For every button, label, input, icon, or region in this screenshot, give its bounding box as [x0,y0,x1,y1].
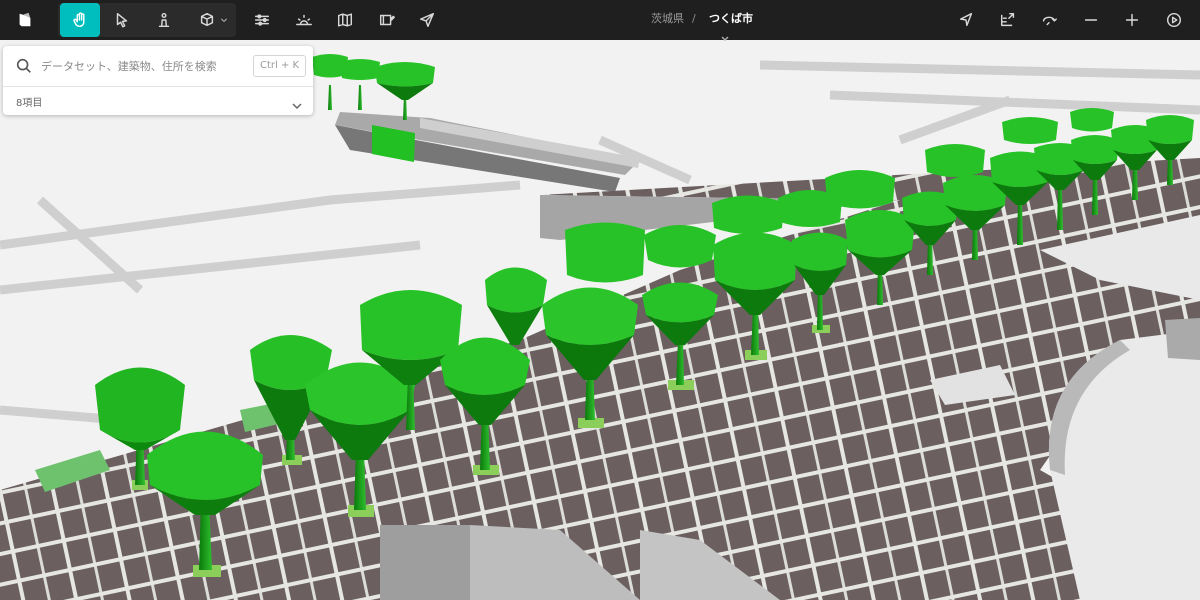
rotate-icon[interactable] [1032,3,1066,37]
chevron-down-icon[interactable] [215,3,233,37]
play-icon[interactable] [1157,3,1191,37]
export-icon[interactable] [991,3,1025,37]
breadcrumb-city[interactable]: つくば市 [709,12,753,26]
tree [565,222,645,283]
search-bar: Ctrl + K [3,46,313,87]
result-count: 8項目 [16,98,43,109]
tree [825,170,895,209]
search-input[interactable] [41,56,246,76]
send-icon[interactable] [410,3,444,37]
pedestrian-icon[interactable] [147,3,181,37]
tree [1002,117,1058,144]
breadcrumb-separator: / [692,12,696,25]
map-viewport[interactable] [0,40,1200,600]
breadcrumb-prefecture[interactable]: 茨城県 [651,12,684,26]
shortcut-badge: Ctrl + K [253,55,307,77]
tree [925,144,985,177]
tree [644,225,716,268]
sun-horizon-icon[interactable] [287,3,321,37]
map-icon[interactable] [328,3,362,37]
top-toolbar: 茨城県 / つくば市 [0,0,1200,42]
result-count-row[interactable]: 8項目 [3,87,313,115]
layers-edit-icon[interactable] [370,3,404,37]
location-arrow-icon[interactable] [949,3,983,37]
tree [712,195,784,234]
app-logo-icon[interactable] [8,3,42,37]
hand-icon[interactable] [60,3,100,37]
chevron-down-icon[interactable] [291,96,303,110]
search-icon [15,57,33,75]
zoom-out-icon[interactable] [1074,3,1108,37]
chevron-down-icon[interactable] [719,28,731,42]
tree [1070,108,1114,132]
search-panel: Ctrl + K 8項目 [3,46,313,115]
pointer-icon[interactable] [105,3,139,37]
zoom-in-icon[interactable] [1115,3,1149,37]
sliders-icon[interactable] [245,3,279,37]
